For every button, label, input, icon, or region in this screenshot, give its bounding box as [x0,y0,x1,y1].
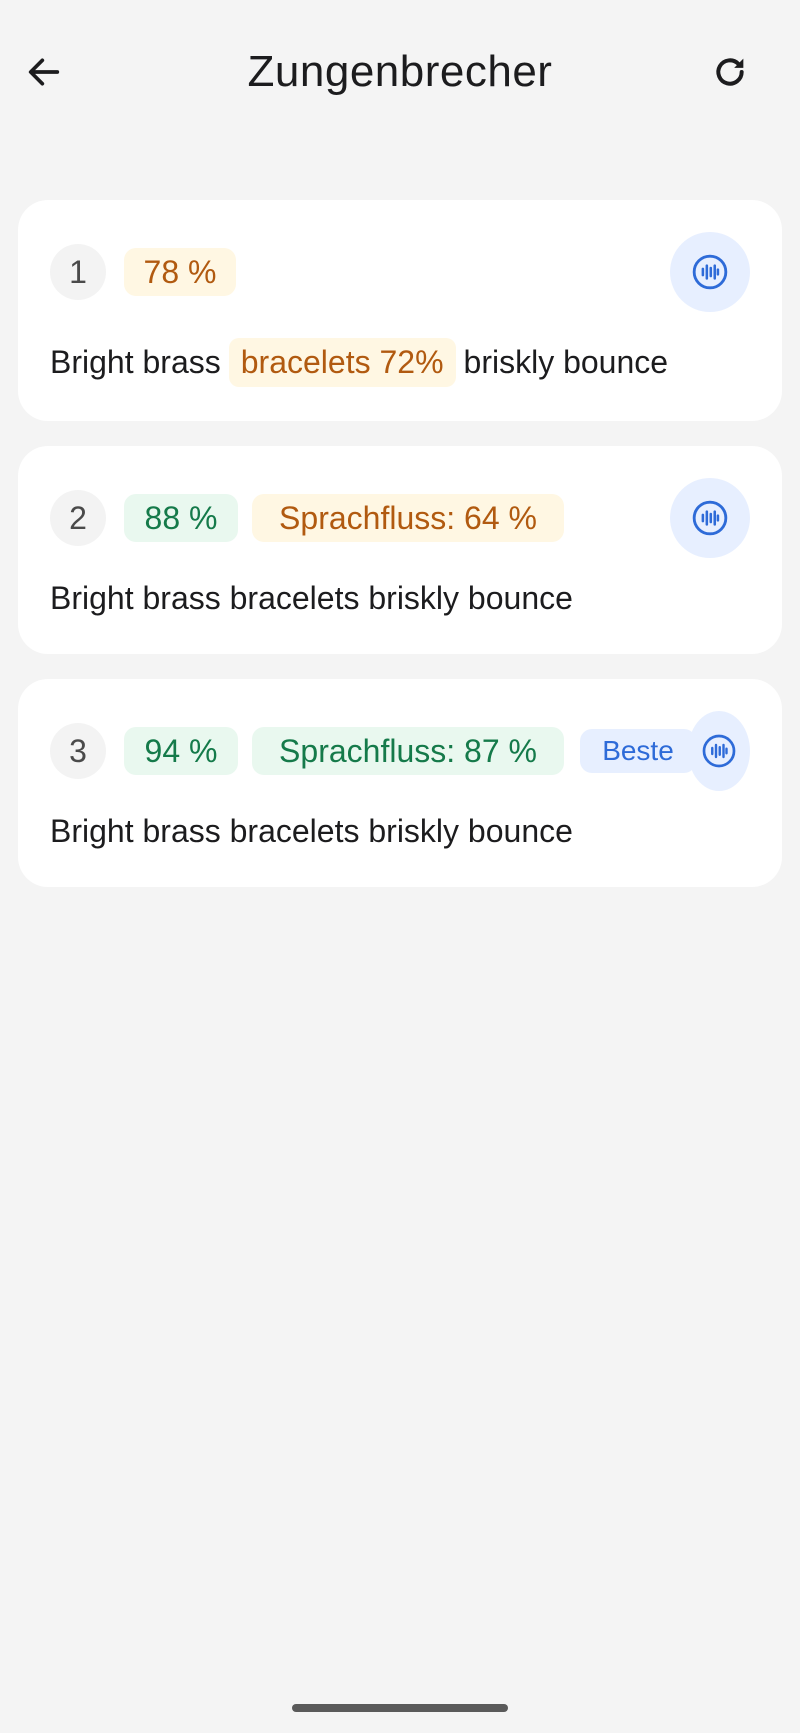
phrase-text: Bright brass [50,344,221,380]
tongue-twister-text: Bright brass bracelets 72% briskly bounc… [50,338,668,387]
attempt-number-badge: 1 [50,244,106,300]
tongue-twister-text: Bright brass bracelets briskly bounce [50,580,573,616]
fluency-score-chip: Sprachfluss: 87 % [252,727,564,775]
tongue-twister-text: Bright brass bracelets briskly bounce [50,813,573,849]
play-recording-button[interactable] [688,711,750,791]
attempt-card-1: 1 78 % Bright brass bracelets 72% briskl… [18,200,782,421]
audio-waveform-icon [692,500,728,536]
play-recording-button[interactable] [670,232,750,312]
mispronounced-word-highlight[interactable]: bracelets 72% [228,338,456,387]
audio-waveform-icon [692,254,728,290]
refresh-icon [716,58,744,86]
accuracy-score-chip: 94 % [124,727,238,775]
phrase-text: briskly bounce [463,344,669,380]
attempt-number-badge: 2 [50,490,106,546]
top-app-bar: Zungenbrecher [0,0,800,150]
accuracy-score-chip: 78 % [124,248,236,296]
attempt-number-badge: 3 [50,723,106,779]
attempt-card-2: 2 88 % Sprachfluss: 64 % Bright brass br… [18,446,782,654]
play-recording-button[interactable] [670,478,750,558]
attempt-card-3: 3 94 % Sprachfluss: 87 % Beste Bright br… [18,679,782,887]
accuracy-score-chip: 88 % [124,494,238,542]
page-title: Zungenbrecher [247,47,553,96]
fluency-score-chip: Sprachfluss: 64 % [252,494,564,542]
refresh-button[interactable] [704,46,756,98]
app-screen: Zungenbrecher 1 78 % Bright brass bracel… [0,0,800,1733]
best-attempt-badge: Beste [580,729,696,773]
home-indicator[interactable] [292,1704,508,1712]
audio-waveform-icon [702,734,736,768]
